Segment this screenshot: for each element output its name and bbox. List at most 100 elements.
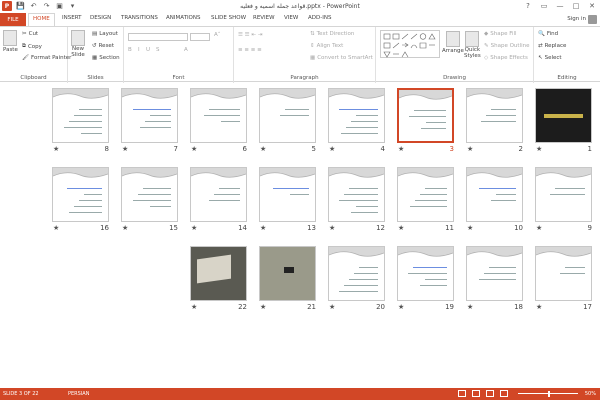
font-name-dropdown[interactable] [128, 33, 188, 41]
strikethrough-icon[interactable]: S [156, 47, 160, 53]
transition-star-icon[interactable]: ★ [329, 145, 335, 153]
italic-icon[interactable]: I [138, 47, 140, 53]
transition-star-icon[interactable]: ★ [329, 224, 335, 232]
tab-insert[interactable]: INSERT [62, 15, 81, 21]
section-button[interactable]: ▦ Section [92, 55, 120, 61]
slide-thumbnail[interactable] [328, 167, 385, 222]
cut-button[interactable]: ✂ Cut [22, 31, 38, 37]
quick-styles-button[interactable]: Quick Styles [464, 31, 481, 59]
slide-thumbnail[interactable] [259, 88, 316, 143]
smartart-button[interactable]: ▦ Convert to SmartArt [310, 55, 373, 61]
tab-home[interactable]: HOME [28, 13, 55, 27]
slide-thumbnail[interactable] [328, 246, 385, 301]
slide-thumbnail[interactable] [535, 246, 592, 301]
slide-thumbnail[interactable] [328, 88, 385, 143]
slide-text-line [273, 188, 309, 189]
transition-star-icon[interactable]: ★ [467, 145, 473, 153]
tab-animations[interactable]: ANIMATIONS [166, 15, 201, 21]
transition-star-icon[interactable]: ★ [53, 224, 59, 232]
tab-add-ins[interactable]: ADD-INS [308, 15, 331, 21]
transition-star-icon[interactable]: ★ [122, 145, 128, 153]
tab-transitions[interactable]: TRANSITIONS [121, 15, 158, 21]
shapes-gallery[interactable] [380, 30, 440, 58]
reading-view-icon[interactable] [486, 390, 494, 397]
slide-thumbnail[interactable] [397, 88, 454, 143]
tab-review[interactable]: REVIEW [253, 15, 275, 21]
arrange-button[interactable]: Arrange [442, 31, 464, 54]
font-size-dropdown[interactable] [190, 33, 210, 41]
bullets-icon[interactable]: ☰ ☰ ⇤ ⇥ [238, 32, 262, 38]
shape-fill-button[interactable]: ◆ Shape Fill [484, 31, 517, 37]
transition-star-icon[interactable]: ★ [191, 303, 197, 311]
format-painter-button[interactable]: 🖌 Format Painter [22, 55, 71, 61]
slideshow-view-icon[interactable] [500, 390, 508, 397]
slide-thumbnail[interactable] [121, 88, 178, 143]
reset-button[interactable]: ↺ Reset [92, 43, 114, 49]
transition-star-icon[interactable]: ★ [329, 303, 335, 311]
tab-slide-show[interactable]: SLIDE SHOW [211, 15, 246, 21]
increase-font-icon[interactable]: A˄ [214, 32, 221, 38]
transition-star-icon[interactable]: ★ [260, 303, 266, 311]
zoom-slider-handle[interactable] [548, 391, 550, 397]
slide-thumbnail[interactable] [535, 88, 592, 143]
slide-thumbnail[interactable] [397, 167, 454, 222]
slide-thumbnail[interactable] [259, 246, 316, 301]
transition-star-icon[interactable]: ★ [467, 224, 473, 232]
transition-star-icon[interactable]: ★ [260, 145, 266, 153]
transition-star-icon[interactable]: ★ [536, 145, 542, 153]
slide-thumbnail[interactable] [466, 246, 523, 301]
replace-button[interactable]: ⇄ Replace [538, 43, 566, 49]
align-icon[interactable]: ≡ ≡ ≡ ≡ [238, 47, 262, 53]
language-indicator[interactable]: PERSIAN [68, 391, 89, 397]
slide-thumbnail[interactable] [259, 167, 316, 222]
transition-star-icon[interactable]: ★ [191, 145, 197, 153]
tab-view[interactable]: VIEW [284, 15, 298, 21]
slide-thumbnail[interactable] [190, 167, 247, 222]
transition-star-icon[interactable]: ★ [398, 303, 404, 311]
bold-icon[interactable]: B [128, 47, 132, 53]
text-direction-button[interactable]: ⇅ Text Direction [310, 31, 354, 37]
transition-star-icon[interactable]: ★ [260, 224, 266, 232]
transition-star-icon[interactable]: ★ [536, 303, 542, 311]
slide-thumbnail[interactable] [535, 167, 592, 222]
shape-outline-button[interactable]: ✎ Shape Outline [484, 43, 529, 49]
slide-thumbnail[interactable] [52, 167, 109, 222]
font-color-icon[interactable]: A [184, 47, 188, 53]
find-button[interactable]: 🔍 Find [538, 31, 558, 37]
underline-icon[interactable]: U [146, 47, 150, 53]
slide-thumbnail[interactable] [190, 88, 247, 143]
slide-thumbnail[interactable] [52, 88, 109, 143]
avatar[interactable] [588, 15, 597, 24]
slide-thumbnail[interactable] [397, 246, 454, 301]
transition-star-icon[interactable]: ★ [191, 224, 197, 232]
sign-in-link[interactable]: Sign in [567, 16, 586, 22]
slide-thumbnail[interactable] [121, 167, 178, 222]
paste-button[interactable]: Paste [3, 30, 18, 53]
transition-star-icon[interactable]: ★ [53, 145, 59, 153]
maximize-button[interactable]: □ [568, 0, 584, 12]
minimize-button[interactable]: — [552, 0, 568, 12]
shape-effects-button[interactable]: ◇ Shape Effects [484, 55, 528, 61]
sorter-view-icon[interactable] [472, 390, 480, 397]
ribbon-display-button[interactable]: ▭ [536, 0, 552, 12]
transition-star-icon[interactable]: ★ [122, 224, 128, 232]
new-slide-button[interactable]: New Slide [71, 30, 85, 58]
transition-star-icon[interactable]: ★ [536, 224, 542, 232]
close-button[interactable]: ✕ [584, 0, 600, 12]
zoom-level[interactable]: 50% [585, 391, 596, 397]
normal-view-icon[interactable] [458, 390, 466, 397]
slide-thumbnail[interactable] [466, 167, 523, 222]
help-button[interactable]: ? [520, 0, 536, 12]
slide-thumbnail[interactable] [190, 246, 247, 301]
transition-star-icon[interactable]: ★ [398, 145, 404, 153]
pen-icon: ✎ [484, 43, 489, 49]
layout-button[interactable]: ▤ Layout [92, 31, 118, 37]
align-text-button[interactable]: ⇕ Align Text [310, 43, 343, 49]
tab-design[interactable]: DESIGN [90, 15, 111, 21]
copy-button[interactable]: ⧉ Copy [22, 43, 42, 50]
tab-file[interactable]: FILE [0, 13, 26, 26]
slide-thumbnail[interactable] [466, 88, 523, 143]
transition-star-icon[interactable]: ★ [398, 224, 404, 232]
select-button[interactable]: ↖ Select [538, 55, 562, 61]
transition-star-icon[interactable]: ★ [467, 303, 473, 311]
